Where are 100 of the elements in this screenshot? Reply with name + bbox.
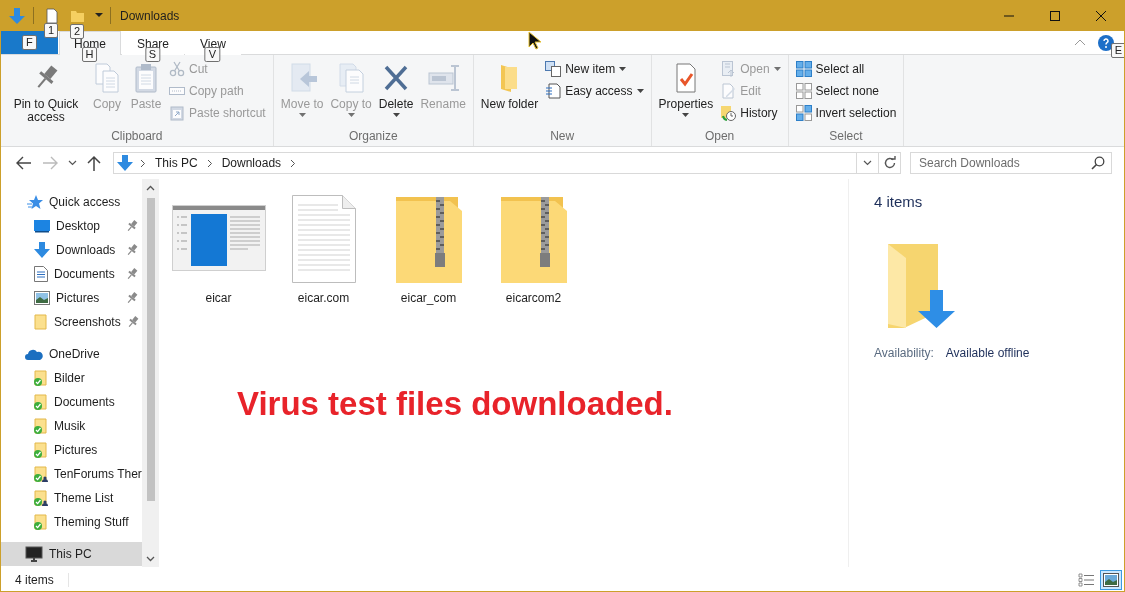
refresh-icon: [882, 156, 897, 170]
download-icon: [34, 242, 50, 258]
rename-icon: [427, 62, 460, 94]
caret-icon: [636, 89, 644, 93]
forward-arrow-icon: [42, 156, 58, 170]
caret-icon: [298, 113, 306, 117]
keytip: F: [22, 35, 37, 50]
caret-icon: [392, 113, 400, 117]
ribbon-button[interactable]: History: [717, 102, 784, 124]
nav-item[interactable]: This PC: [1, 542, 142, 566]
star-icon: [27, 194, 43, 210]
ribbon-button[interactable]: Properties: [655, 58, 717, 121]
scrollbar-thumb[interactable]: [146, 198, 155, 501]
download-icon: [117, 155, 133, 171]
document-icon: [545, 83, 562, 99]
pin-icon: [126, 220, 138, 232]
breadcrumb[interactable]: Downloads: [219, 156, 284, 170]
open-icon: [720, 61, 737, 77]
file-item[interactable]: eicar_com: [376, 191, 481, 305]
breadcrumb[interactable]: This PC: [153, 156, 200, 170]
nav-item[interactable]: Theming Stuff: [1, 510, 142, 534]
large-icons-view-icon: [1103, 572, 1119, 587]
nav-item[interactable]: Pictures: [1, 438, 142, 462]
ribbon-button[interactable]: New folder: [477, 58, 542, 115]
computer-icon: [25, 546, 43, 562]
picture-icon: [34, 291, 50, 305]
group-label: New: [549, 129, 576, 145]
window-thumbnail-icon: [171, 205, 266, 271]
zip-folder-icon: [395, 197, 462, 283]
search-field[interactable]: Search Downloads: [910, 152, 1112, 174]
ribbon-button[interactable]: Select none: [792, 80, 900, 102]
ribbon-button[interactable]: Delete: [375, 58, 417, 121]
select-all-icon: [795, 61, 812, 77]
caret-up-icon: [146, 184, 155, 191]
nav-item[interactable]: OneDrive: [1, 342, 142, 366]
chevron-icon[interactable]: [290, 158, 297, 168]
chevron-down-icon: [863, 160, 872, 166]
file-item[interactable]: eicar: [166, 191, 271, 305]
document-icon[interactable]: [46, 8, 58, 23]
back-arrow-icon: [16, 156, 32, 170]
folder-icon: [34, 314, 48, 330]
nav-item[interactable]: Pictures: [1, 286, 142, 310]
nav-item[interactable]: Musik: [1, 414, 142, 438]
group-label: Organize: [347, 129, 399, 145]
invert-selection-icon: [795, 105, 812, 121]
details-heading: 4 items: [874, 193, 924, 210]
nav-item[interactable]: Bilder: [1, 366, 142, 390]
keytip: 2: [70, 23, 85, 39]
view-button[interactable]: [1100, 569, 1122, 590]
property-label: Availability:: [874, 346, 934, 360]
file-item[interactable]: eicarcom2: [481, 191, 586, 305]
up-arrow-icon: [87, 155, 101, 171]
pointer-icon: [528, 31, 544, 51]
group-label: Clipboard: [110, 129, 164, 145]
chevron-icon[interactable]: [140, 158, 146, 168]
group-label: Select: [828, 129, 864, 145]
ribbon-button[interactable]: Select all: [792, 58, 900, 80]
clipboard-icon: [169, 105, 185, 121]
maximize-icon: [1050, 10, 1060, 21]
ribbon-button[interactable]: New item: [542, 58, 647, 80]
nav-item[interactable]: TenForums Ther: [1, 462, 142, 486]
nav-item[interactable]: Desktop: [1, 214, 142, 238]
zip-folder-icon: [500, 197, 567, 283]
property-value: Available offline: [945, 346, 1030, 360]
nav-item[interactable]: Quick access: [1, 190, 142, 214]
chevron-icon[interactable]: [206, 158, 213, 168]
search-icon: [1091, 156, 1105, 170]
caret-icon: [619, 67, 627, 71]
nav-item[interactable]: Documents: [1, 390, 142, 414]
item-count: 4 items: [15, 572, 54, 587]
keytip: E: [1110, 43, 1124, 58]
pin-icon: [126, 316, 139, 328]
nav-item[interactable]: Screenshots: [1, 310, 142, 334]
annotation-text: Virus test files downloaded.: [237, 385, 673, 423]
select-none-icon: [795, 83, 812, 99]
pin-icon: [126, 244, 138, 256]
keytip: V: [204, 47, 221, 62]
help-icon[interactable]: [1098, 34, 1114, 51]
file-item[interactable]: eicar.com: [271, 191, 376, 305]
caret-icon[interactable]: [95, 13, 103, 18]
nav-item[interactable]: Downloads: [1, 238, 142, 262]
caret-down-icon: [146, 555, 155, 562]
nav-item[interactable]: Theme List: [1, 486, 142, 510]
address-bar[interactable]: This PC Downloads: [113, 152, 901, 174]
pin-icon: [126, 268, 138, 280]
nav-item[interactable]: Documents: [1, 262, 142, 286]
edit-icon: [720, 83, 737, 99]
document-icon: [34, 266, 48, 282]
text-file-icon: [291, 195, 356, 283]
chevron-down-icon: [67, 160, 77, 166]
scissors-icon: [169, 61, 185, 77]
caret-icon: [347, 113, 355, 117]
cloud-icon: [25, 348, 43, 360]
caret-icon: [682, 113, 690, 117]
close-icon: [1096, 10, 1106, 21]
new-item-icon: [545, 61, 562, 77]
collapse-icon[interactable]: [1074, 39, 1086, 46]
ribbon-button[interactable]: Invert selection: [792, 102, 900, 124]
group-label: Open: [703, 129, 736, 145]
ribbon-button[interactable]: Easy access: [542, 80, 647, 102]
